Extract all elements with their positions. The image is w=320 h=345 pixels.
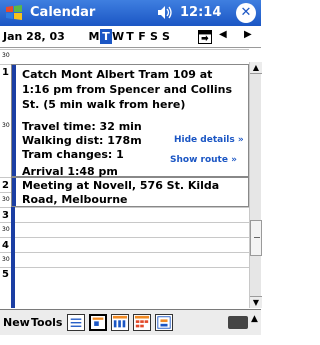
weekday-thu[interactable]: T [124,29,136,44]
close-button[interactable]: ✕ [236,3,256,23]
date-bar: Jan 28, 03 M T W T F S S ◀ ▶ [0,26,261,48]
bottom-toolbar: New Tools ▲ [0,309,261,335]
current-date[interactable]: Jan 28, 03 [3,30,65,43]
day-view: 30 1 30 2 30 3 30 4 30 5 Catch Mont Albe… [0,49,249,308]
scroll-up-icon[interactable]: ▲ [250,62,262,74]
month-view-icon[interactable] [133,314,151,331]
show-route-link[interactable]: Show route » [170,155,237,165]
day-view-icon[interactable] [89,314,107,331]
appointment-line: Catch Mont Albert Tram 109 at [22,68,213,81]
tools-menu[interactable]: Tools [31,316,62,329]
weekday-wed[interactable]: W [112,29,124,44]
weekday-fri[interactable]: F [136,29,148,44]
walking-distance: Walking dist: 178m [22,134,142,147]
appointment-tram[interactable]: Catch Mont Albert Tram 109 at 1:16 pm fr… [11,64,249,178]
appointment-line: Road, Melbourne [22,193,128,206]
half-hour-marker: 30 [2,196,10,203]
appointment-line: Meeting at Novell, 576 St. Kilda [22,179,220,192]
appointment-busy-bar [12,178,16,206]
appointment-line: St. (5 min walk from here) [22,98,186,111]
grid-line [0,222,249,223]
tram-changes: Tram changes: 1 [22,148,124,161]
weekday-sat[interactable]: S [148,29,160,44]
agenda-view-icon[interactable] [67,314,85,331]
grid-line [0,237,249,238]
grid-line [0,252,249,253]
next-day-icon[interactable]: ▶ [244,29,252,40]
hour-label-3: 3 [2,210,9,221]
hour-label-2: 2 [2,180,9,191]
half-hour-marker: 30 [2,52,10,59]
week-view-icon[interactable] [111,314,129,331]
speaker-volume-icon[interactable] [157,5,173,20]
title-bar: Calendar 12:14 ✕ [0,0,261,26]
app-title: Calendar [30,5,96,20]
hour-label-5: 5 [2,269,9,280]
week-strip: M T W T F S S [88,29,172,44]
appointment-line: 1:16 pm from Spencer and Collins [22,83,233,96]
appointment-busy-bar [12,65,16,176]
previous-day-icon[interactable]: ◀ [219,29,227,40]
hour-label-1: 1 [2,67,9,78]
year-view-icon[interactable] [155,314,173,331]
go-to-today-icon[interactable] [198,30,212,44]
weekday-mon[interactable]: M [88,29,100,44]
half-hour-marker: 30 [2,226,10,233]
weekday-tue-selected[interactable]: T [100,29,112,44]
keyboard-icon[interactable] [228,316,248,329]
grid-line [0,49,249,50]
vertical-scrollbar[interactable]: ▲ ▼ [249,62,262,308]
clock[interactable]: 12:14 [180,5,221,20]
input-panel-arrow-icon[interactable]: ▲ [251,314,258,324]
hour-label-4: 4 [2,240,9,251]
half-hour-marker: 30 [2,256,10,263]
new-button[interactable]: New [3,316,30,329]
half-hour-marker: 30 [2,122,10,129]
scroll-down-icon[interactable]: ▼ [250,296,262,308]
grid-line [0,267,249,268]
appointment-meeting[interactable]: Meeting at Novell, 576 St. Kilda Road, M… [11,177,249,207]
hide-details-link[interactable]: Hide details » [174,135,244,145]
grid-line [0,207,249,208]
windows-start-icon[interactable] [4,3,24,23]
weekday-sun[interactable]: S [160,29,172,44]
travel-time: Travel time: 32 min [22,120,142,133]
busy-time-bar [11,207,15,308]
scroll-thumb[interactable] [250,220,262,256]
